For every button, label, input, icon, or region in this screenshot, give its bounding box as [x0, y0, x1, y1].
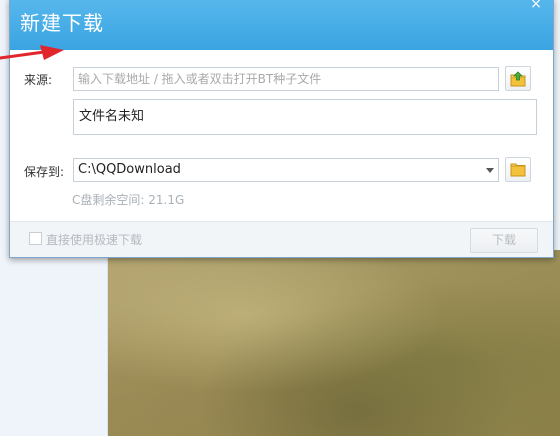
download-button[interactable]: 下载	[470, 228, 538, 253]
save-path-select[interactable]: C:\QQDownload	[73, 158, 499, 182]
fast-download-checkbox[interactable]	[29, 232, 42, 245]
annotation-arrow-icon	[0, 45, 64, 60]
close-icon[interactable]: ×	[527, 0, 545, 11]
dropdown-arrow-icon[interactable]	[486, 168, 494, 173]
folder-icon	[510, 163, 526, 177]
new-download-dialog: 新建下载 × 来源: 输入下载地址 / 拖入或者双击打开BT种子文件 文件名未知…	[9, 0, 554, 258]
save-to-label: 保存到:	[24, 165, 65, 179]
source-label: 来源:	[24, 73, 53, 87]
browse-torrent-button[interactable]	[505, 66, 531, 91]
dialog-footer: 直接使用极速下载 下载	[10, 221, 553, 257]
upload-folder-icon	[510, 71, 526, 87]
background-image	[108, 250, 560, 436]
fast-download-label[interactable]: 直接使用极速下载	[46, 231, 142, 248]
choose-folder-button[interactable]	[505, 157, 531, 182]
save-path-value: C:\QQDownload	[78, 162, 181, 177]
source-url-input[interactable]: 输入下载地址 / 拖入或者双击打开BT种子文件	[73, 67, 499, 91]
dialog-titlebar[interactable]: 新建下载 ×	[10, 0, 553, 50]
dialog-title: 新建下载	[20, 11, 104, 35]
background-edge	[554, 0, 560, 250]
disk-space-text: C盘剩余空间: 21.1G	[72, 193, 185, 207]
file-name-field[interactable]: 文件名未知	[73, 99, 537, 135]
